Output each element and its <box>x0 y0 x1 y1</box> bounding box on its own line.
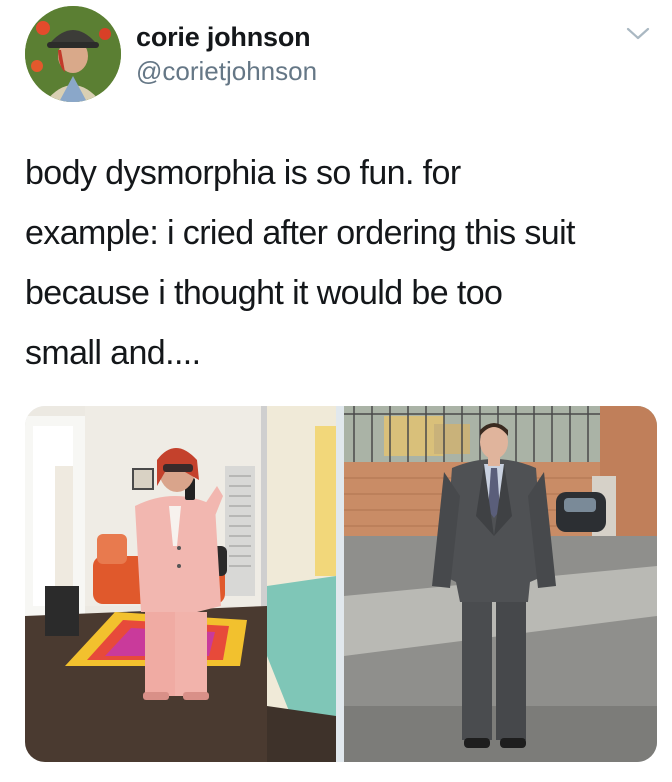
photo-oversized-suit[interactable] <box>344 406 657 762</box>
chevron-down-icon[interactable] <box>626 24 650 44</box>
avatar-image <box>25 6 121 102</box>
photo-oversized-suit-image <box>344 406 657 762</box>
tweet-header: corie johnson @corietjohnson <box>0 0 672 110</box>
media-grid <box>25 406 657 762</box>
user-handle[interactable]: @corietjohnson <box>136 56 317 87</box>
tweet-text: body dysmorphia is so fun. for example: … <box>25 143 655 383</box>
tweet-text-line: body dysmorphia is so fun. for <box>25 154 461 192</box>
photo-mirror-selfie-image <box>25 406 336 762</box>
tweet-text-line: because i thought it would be too <box>25 274 503 312</box>
tweet-text-line: small and.... <box>25 334 201 372</box>
avatar[interactable] <box>25 6 121 102</box>
tweet-text-line: example: i cried after ordering this sui… <box>25 214 575 252</box>
photo-mirror-selfie[interactable] <box>25 406 336 762</box>
display-name[interactable]: corie johnson <box>136 22 311 53</box>
